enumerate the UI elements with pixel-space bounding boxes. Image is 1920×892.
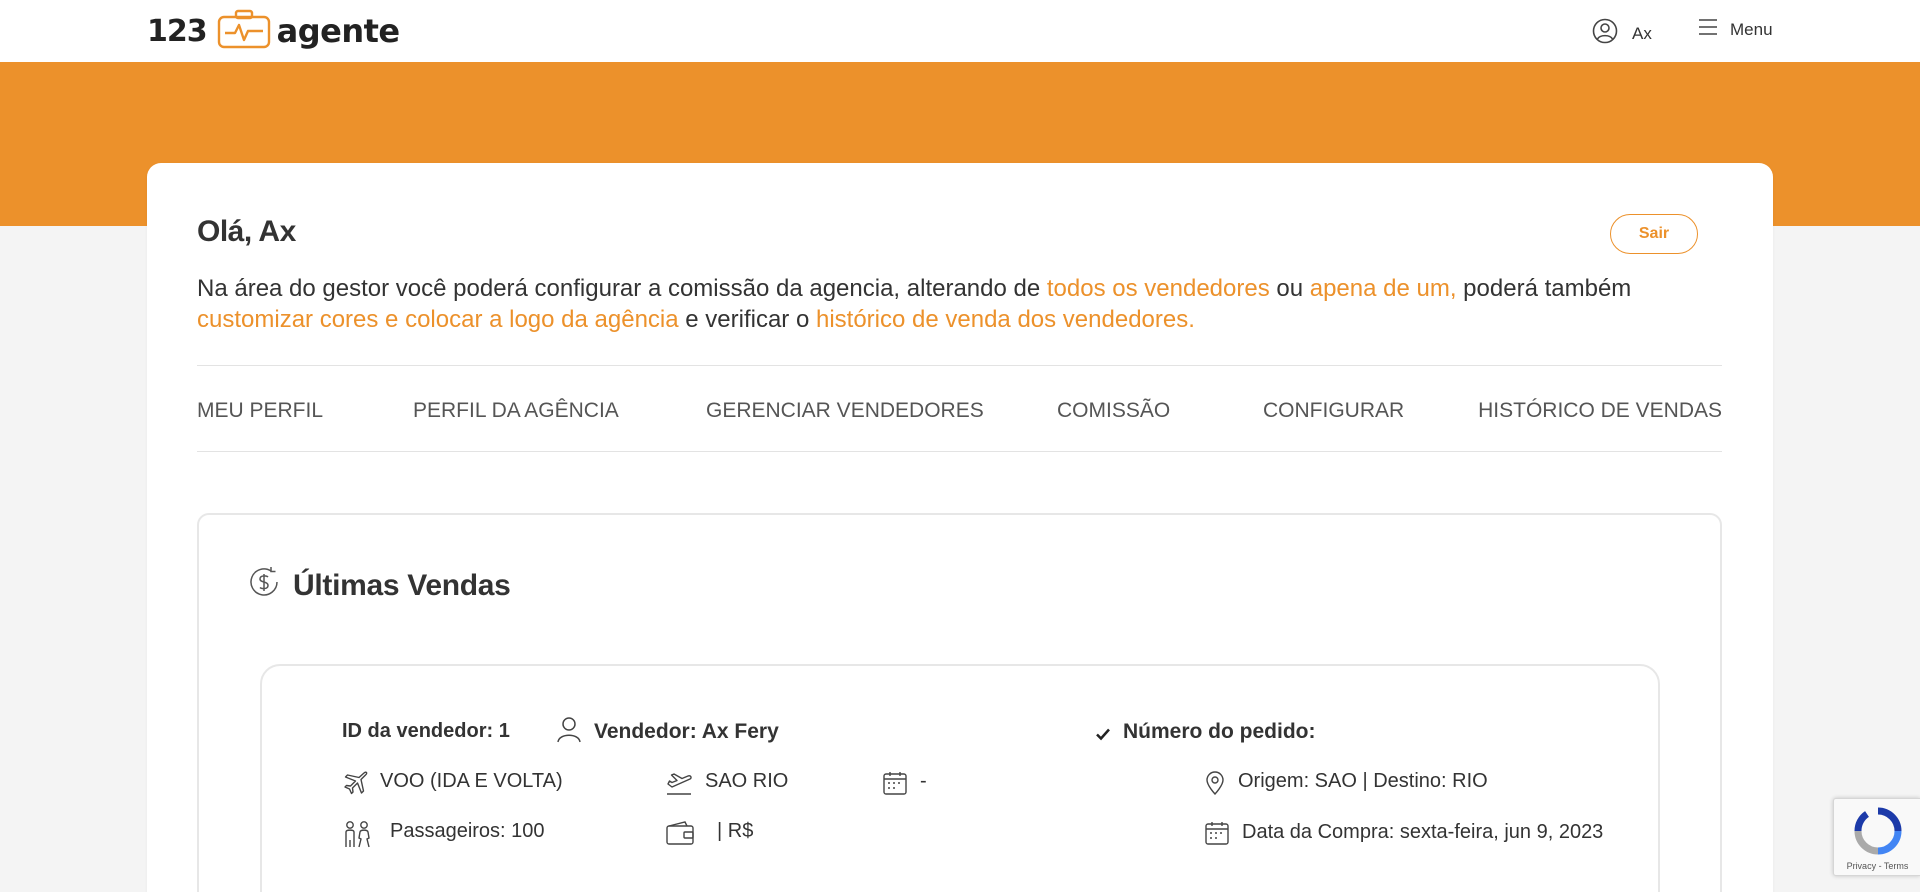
logout-button[interactable]: Sair bbox=[1610, 214, 1698, 254]
hamburger-menu-icon bbox=[1698, 18, 1718, 41]
recaptcha-terms-link[interactable]: Terms bbox=[1884, 861, 1909, 871]
check-icon bbox=[1095, 720, 1111, 747]
logo[interactable]: 123 agente bbox=[147, 9, 400, 54]
seller-id: ID da vendedor: 1 bbox=[342, 720, 510, 743]
price: | R$ bbox=[665, 820, 753, 852]
passengers: Passageiros: 100 bbox=[342, 820, 545, 854]
calendar-icon bbox=[882, 770, 908, 802]
order-number-text: Número do pedido: bbox=[1123, 720, 1316, 743]
latest-sales-panel: Últimas Vendas ID da vendedor: 1 Vendedo… bbox=[197, 513, 1722, 892]
route: SAO RIO bbox=[665, 770, 788, 802]
seller-name: Vendedor: Ax Fery bbox=[556, 716, 779, 750]
purchase-date-text: Data da Compra: sexta-feira, jun 9, 2023 bbox=[1242, 821, 1604, 843]
top-header: 123 agente Ax Menu bbox=[0, 0, 1920, 62]
plane-takeoff-icon bbox=[665, 770, 693, 802]
seller-id-text: ID da vendedor: 1 bbox=[342, 720, 510, 742]
order-number: Número do pedido: bbox=[1095, 720, 1316, 747]
dollar-refresh-icon bbox=[247, 565, 281, 607]
people-icon bbox=[342, 820, 374, 854]
wallet-icon bbox=[665, 820, 695, 852]
tab-bar: MEU PERFIL PERFIL DA AGÊNCIA GERENCIAR V… bbox=[197, 399, 1722, 447]
intro-text: Na área do gestor você poderá configurar… bbox=[197, 273, 1737, 335]
intro-text-part: poderá também bbox=[1456, 275, 1632, 302]
travel-date: - bbox=[882, 770, 927, 802]
latest-sales-title: Últimas Vendas bbox=[247, 565, 511, 607]
seller-name-text: Vendedor: Ax Fery bbox=[594, 720, 779, 743]
intro-text-part: e verificar o bbox=[678, 306, 816, 333]
dashboard-card: Olá, Ax Sair Na área do gestor você pode… bbox=[147, 163, 1773, 892]
tab-configurar[interactable]: CONFIGURAR bbox=[1263, 399, 1404, 423]
user-outline-icon bbox=[556, 716, 582, 750]
tab-comissao[interactable]: COMISSÃO bbox=[1057, 399, 1170, 423]
greeting: Olá, Ax bbox=[197, 215, 296, 248]
sale-card: ID da vendedor: 1 Vendedor: Ax Fery Núme… bbox=[260, 664, 1660, 892]
tab-perfil-agencia[interactable]: PERFIL DA AGÊNCIA bbox=[413, 399, 619, 423]
user-name: Ax bbox=[1632, 23, 1652, 43]
flight-type-text: VOO (IDA E VOLTA) bbox=[380, 770, 563, 792]
customize-link[interactable]: customizar cores e colocar a logo da agê… bbox=[197, 306, 679, 333]
tab-historico-vendas[interactable]: HISTÓRICO DE VENDAS bbox=[1478, 399, 1722, 423]
map-pin-icon bbox=[1204, 770, 1226, 802]
user-circle-icon bbox=[1592, 18, 1618, 49]
all-sellers-link[interactable]: todos os vendedores bbox=[1047, 275, 1270, 302]
one-seller-link[interactable]: apena de um, bbox=[1310, 275, 1457, 302]
origin-destination: Origem: SAO | Destino: RIO bbox=[1204, 770, 1488, 802]
purchase-date: Data da Compra: sexta-feira, jun 9, 2023 bbox=[1204, 820, 1604, 852]
airplane-icon bbox=[342, 770, 368, 802]
user-account-button[interactable]: Ax bbox=[1592, 18, 1652, 49]
origin-destination-text: Origem: SAO | Destino: RIO bbox=[1238, 770, 1488, 792]
logo-word: agente bbox=[276, 12, 400, 50]
recaptcha-links: Privacy - Terms bbox=[1834, 861, 1920, 871]
intro-text-part: ou bbox=[1269, 275, 1310, 302]
logo-number: 123 bbox=[147, 13, 208, 49]
route-text: SAO RIO bbox=[705, 770, 789, 792]
sales-history-link[interactable]: histórico de venda dos vendedores. bbox=[816, 306, 1195, 333]
recaptcha-privacy-link[interactable]: Privacy bbox=[1847, 861, 1877, 871]
divider bbox=[197, 451, 1722, 452]
travel-date-text: - bbox=[920, 770, 927, 792]
tab-gerenciar-vendedores[interactable]: GERENCIAR VENDEDORES bbox=[706, 399, 984, 423]
intro-text-part: Na área do gestor você poderá configurar… bbox=[197, 275, 1047, 302]
menu-button[interactable]: Menu bbox=[1698, 18, 1773, 41]
suitcase-plane-icon bbox=[217, 9, 271, 54]
recaptcha-separator: - bbox=[1876, 861, 1884, 871]
recaptcha-badge[interactable]: Privacy - Terms bbox=[1833, 798, 1920, 876]
menu-label: Menu bbox=[1730, 19, 1773, 39]
calendar-icon bbox=[1204, 820, 1230, 852]
price-text: | R$ bbox=[717, 820, 754, 842]
divider bbox=[197, 365, 1722, 366]
recaptcha-logo-icon bbox=[1854, 807, 1902, 860]
tab-meu-perfil[interactable]: MEU PERFIL bbox=[197, 399, 323, 423]
flight-type: VOO (IDA E VOLTA) bbox=[342, 770, 563, 802]
latest-sales-heading: Últimas Vendas bbox=[293, 569, 511, 602]
passengers-text: Passageiros: 100 bbox=[390, 820, 545, 842]
